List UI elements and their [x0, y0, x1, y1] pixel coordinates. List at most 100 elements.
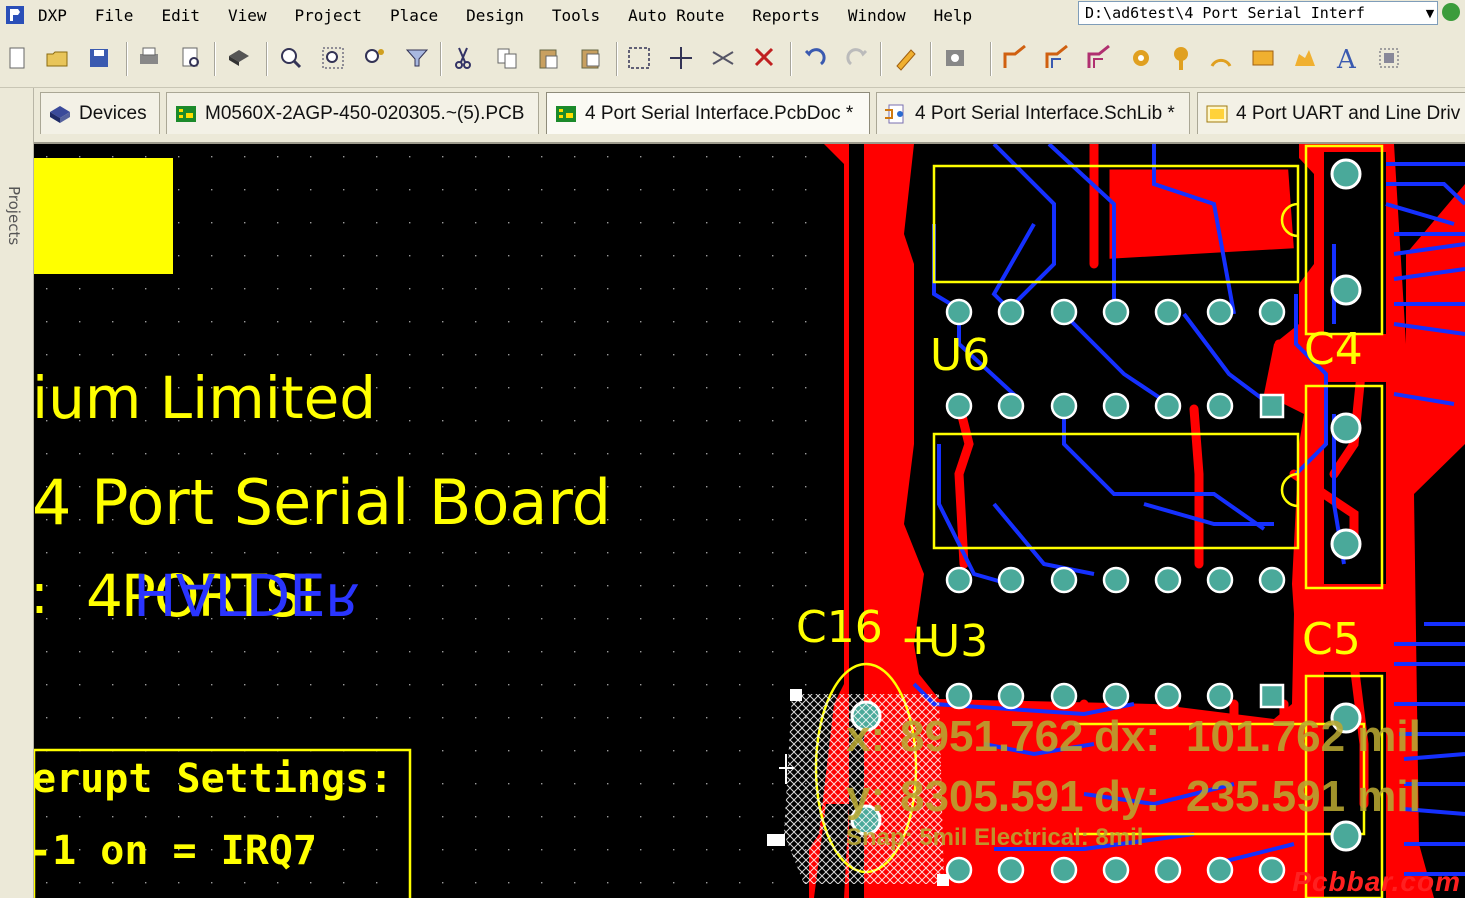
- silk-fill-block: [34, 158, 173, 274]
- cut-icon[interactable]: [448, 40, 478, 76]
- print-icon[interactable]: [134, 40, 164, 76]
- tab-label: 4 Port UART and Line Driv: [1236, 102, 1461, 124]
- menu-reports[interactable]: Reports: [752, 6, 819, 25]
- capacitor-pad: [1330, 528, 1362, 560]
- designator-c5: C5: [1302, 614, 1361, 665]
- devices-icon: [50, 105, 70, 123]
- menu-file[interactable]: File: [95, 6, 134, 25]
- capacitor-pad: [1330, 158, 1362, 190]
- ic-pad: [1102, 298, 1130, 326]
- route-icon[interactable]: [1000, 40, 1030, 76]
- ic-pad: [1102, 856, 1130, 884]
- fill-icon[interactable]: [1248, 40, 1278, 76]
- filter-icon[interactable]: [402, 40, 432, 76]
- silk-interrupt-line: -1 on = IRQ7: [34, 828, 317, 874]
- snap-status-text: Snap: 5mil Electrical: 8mil: [846, 824, 1144, 851]
- watermark-text: Pcbbar.com: [1292, 866, 1461, 897]
- main-toolbar: A: [0, 30, 1465, 88]
- redo-icon[interactable]: [842, 40, 872, 76]
- cursor-dy-label: dy:: [1094, 772, 1160, 821]
- projects-panel-label[interactable]: Projects: [5, 186, 23, 245]
- tab-4port-pcbdoc[interactable]: 4 Port Serial Interface.PcbDoc *: [546, 92, 870, 134]
- ic-pad: [997, 856, 1025, 884]
- schlib-icon: [885, 104, 904, 123]
- ic-pad: [1154, 682, 1182, 710]
- designator-u6: U6: [930, 330, 991, 381]
- menu-auto-route[interactable]: Auto Route: [628, 6, 724, 25]
- tab-m0560x-pcb[interactable]: M0560X-2AGP-450-020305.~(5).PCB: [166, 92, 539, 134]
- toolbar-separator: [266, 42, 268, 76]
- component-icon[interactable]: [224, 40, 254, 76]
- designator-c4: C4: [1304, 324, 1363, 375]
- tab-label: M0560X-2AGP-450-020305.~(5).PCB: [205, 102, 525, 124]
- zoom-selected-icon[interactable]: [360, 40, 390, 76]
- arc-icon[interactable]: [1206, 40, 1236, 76]
- chevron-down-icon[interactable]: ▼: [1423, 7, 1437, 20]
- pad-icon[interactable]: [1166, 40, 1196, 76]
- browse-icon[interactable]: [940, 40, 970, 76]
- toolbar-separator: [616, 42, 618, 76]
- menu-project[interactable]: Project: [295, 6, 362, 25]
- tab-4port-schlib[interactable]: 4 Port Serial Interface.SchLib *: [876, 92, 1190, 134]
- silk-part-prefix: :: [34, 562, 49, 627]
- zoom-fit-icon[interactable]: [276, 40, 306, 76]
- clear-icon[interactable]: [750, 40, 780, 76]
- tab-devices[interactable]: Devices: [40, 92, 160, 134]
- bottom-silk-mirrored-text: ᴚƎᗡ⅃ⱯH: [134, 562, 360, 630]
- capacitor-pad: [1330, 820, 1362, 852]
- ic-pad: [1102, 682, 1130, 710]
- menu-help[interactable]: Help: [934, 6, 973, 25]
- new-icon[interactable]: [2, 40, 32, 76]
- move-icon[interactable]: [666, 40, 696, 76]
- ic-pad: [1050, 682, 1078, 710]
- menu-place[interactable]: Place: [390, 6, 438, 25]
- zoom-area-icon[interactable]: [318, 40, 348, 76]
- dxp-logo-icon[interactable]: [2, 4, 28, 26]
- rubber-stamp-icon[interactable]: [576, 40, 606, 76]
- toolbar-separator: [880, 42, 882, 76]
- cursor-x-label: x:: [846, 712, 886, 761]
- tab-4port-uart-sch[interactable]: 4 Port UART and Line Driv: [1197, 92, 1465, 134]
- ic-pad: [997, 298, 1025, 326]
- pcb-doc-icon: [556, 105, 576, 122]
- document-path-value: D:\ad6test\4 Port Serial Interf: [1085, 4, 1365, 22]
- copy-icon[interactable]: [492, 40, 522, 76]
- route-diff-icon[interactable]: [1042, 40, 1072, 76]
- ic-pad: [1258, 298, 1286, 326]
- navigate-go-icon[interactable]: [1442, 3, 1460, 21]
- silk-interrupt-title: erupt Settings:: [34, 756, 394, 802]
- ic-pad: [1206, 566, 1234, 594]
- save-icon[interactable]: [84, 40, 114, 76]
- menu-bar: DXP File Edit View Project Place Design …: [0, 0, 1465, 31]
- pcb-editor-canvas[interactable]: ium Limited 4 Port Serial Board : 4PORTS…: [34, 144, 1465, 898]
- array-icon[interactable]: [1374, 40, 1404, 76]
- polygon-icon[interactable]: [1290, 40, 1320, 76]
- via-icon[interactable]: [1126, 40, 1156, 76]
- ic-pad: [997, 682, 1025, 710]
- ic-pad: [1154, 566, 1182, 594]
- cursor-x-value: 8951.762: [900, 712, 1084, 761]
- menu-edit[interactable]: Edit: [161, 6, 200, 25]
- projects-panel-strip[interactable]: Projects: [0, 88, 34, 898]
- menu-view[interactable]: View: [228, 6, 267, 25]
- highlight-icon[interactable]: [890, 40, 920, 76]
- print-preview-icon[interactable]: [176, 40, 206, 76]
- ic-pad: [1258, 856, 1286, 884]
- undo-icon[interactable]: [800, 40, 830, 76]
- document-path-dropdown[interactable]: D:\ad6test\4 Port Serial Interf ▼: [1078, 1, 1438, 25]
- designator-c16: C16: [796, 602, 883, 653]
- menu-design[interactable]: Design: [466, 6, 524, 25]
- ic-pad: [1206, 392, 1234, 420]
- string-icon[interactable]: A: [1332, 40, 1362, 76]
- menu-tools[interactable]: Tools: [552, 6, 600, 25]
- ic-pad: [1050, 392, 1078, 420]
- route-multi-icon[interactable]: [1084, 40, 1114, 76]
- menu-dxp[interactable]: DXP: [38, 6, 67, 25]
- designator-u3: U3: [928, 616, 989, 667]
- select-area-icon[interactable]: [624, 40, 654, 76]
- paste-icon[interactable]: [534, 40, 564, 76]
- cross-probe-icon[interactable]: [708, 40, 738, 76]
- ic-pad: [1050, 566, 1078, 594]
- menu-window[interactable]: Window: [848, 6, 906, 25]
- open-icon[interactable]: [42, 40, 72, 76]
